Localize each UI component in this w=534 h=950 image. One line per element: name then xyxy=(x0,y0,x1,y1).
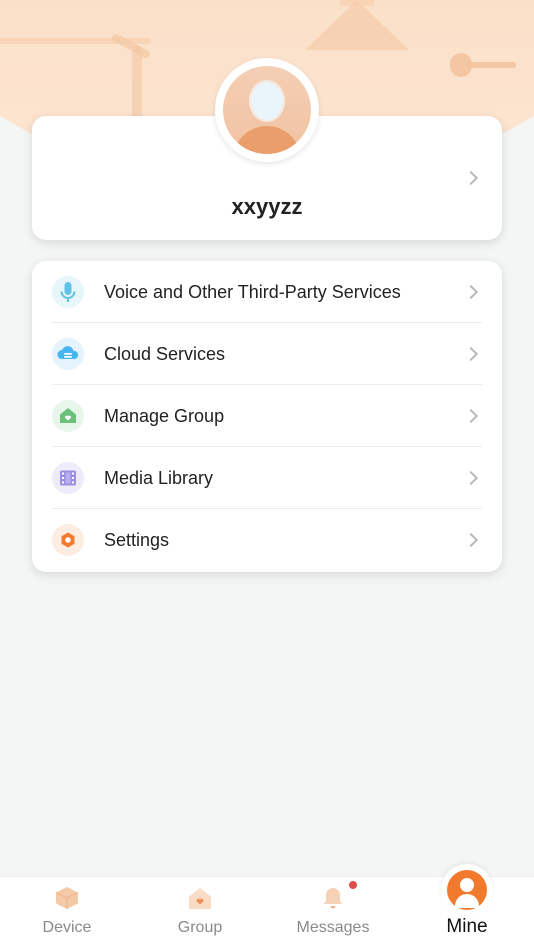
bell-icon xyxy=(320,885,346,911)
tab-label: Group xyxy=(177,919,223,936)
menu-item-media-library[interactable]: Media Library xyxy=(32,447,502,509)
tab-device[interactable]: Device xyxy=(7,877,127,950)
menu-item-manage-group[interactable]: Manage Group xyxy=(32,385,502,447)
home-heart-icon xyxy=(52,400,84,432)
chevron-right-icon xyxy=(463,284,479,300)
tab-messages[interactable]: Messages xyxy=(273,877,393,950)
decor-lamp-leg xyxy=(132,45,142,123)
menu-item-label: Settings xyxy=(104,530,170,550)
avatar[interactable] xyxy=(215,58,319,162)
decor-bar xyxy=(468,62,516,68)
decor-lampshade-top xyxy=(340,0,374,6)
menu-item-label: Cloud Services xyxy=(104,344,226,364)
chevron-right-icon xyxy=(463,170,479,186)
menu-item-label: Voice and Other Third-Party Services xyxy=(104,282,401,302)
chevron-right-icon xyxy=(463,408,479,424)
cloud-icon xyxy=(52,338,84,370)
menu-card: Voice and Other Third-Party Services Clo… xyxy=(32,261,502,572)
username: xxyyzz xyxy=(231,194,303,219)
film-icon xyxy=(52,462,84,494)
menu-item-voice-services[interactable]: Voice and Other Third-Party Services xyxy=(32,261,502,323)
menu-item-label: Manage Group xyxy=(104,406,225,426)
tab-label: Device xyxy=(42,919,92,936)
chevron-right-icon xyxy=(463,532,479,548)
box-icon xyxy=(54,885,80,911)
decor-lampshade xyxy=(305,0,409,50)
hexagon-gear-icon xyxy=(52,524,84,556)
chevron-right-icon xyxy=(463,470,479,486)
tab-label: Messages xyxy=(296,919,370,936)
house-heart-icon xyxy=(187,885,213,911)
tab-label: Mine xyxy=(446,916,488,937)
tab-group[interactable]: Group xyxy=(140,877,260,950)
microphone-icon xyxy=(52,276,84,308)
menu-item-label: Media Library xyxy=(104,468,214,488)
user-avatar-icon xyxy=(223,66,311,154)
menu-item-settings[interactable]: Settings xyxy=(32,509,502,571)
chevron-right-icon xyxy=(463,346,479,362)
menu-item-cloud-services[interactable]: Cloud Services xyxy=(32,323,502,385)
person-icon[interactable] xyxy=(447,870,487,910)
messages-badge-dot xyxy=(349,881,357,889)
